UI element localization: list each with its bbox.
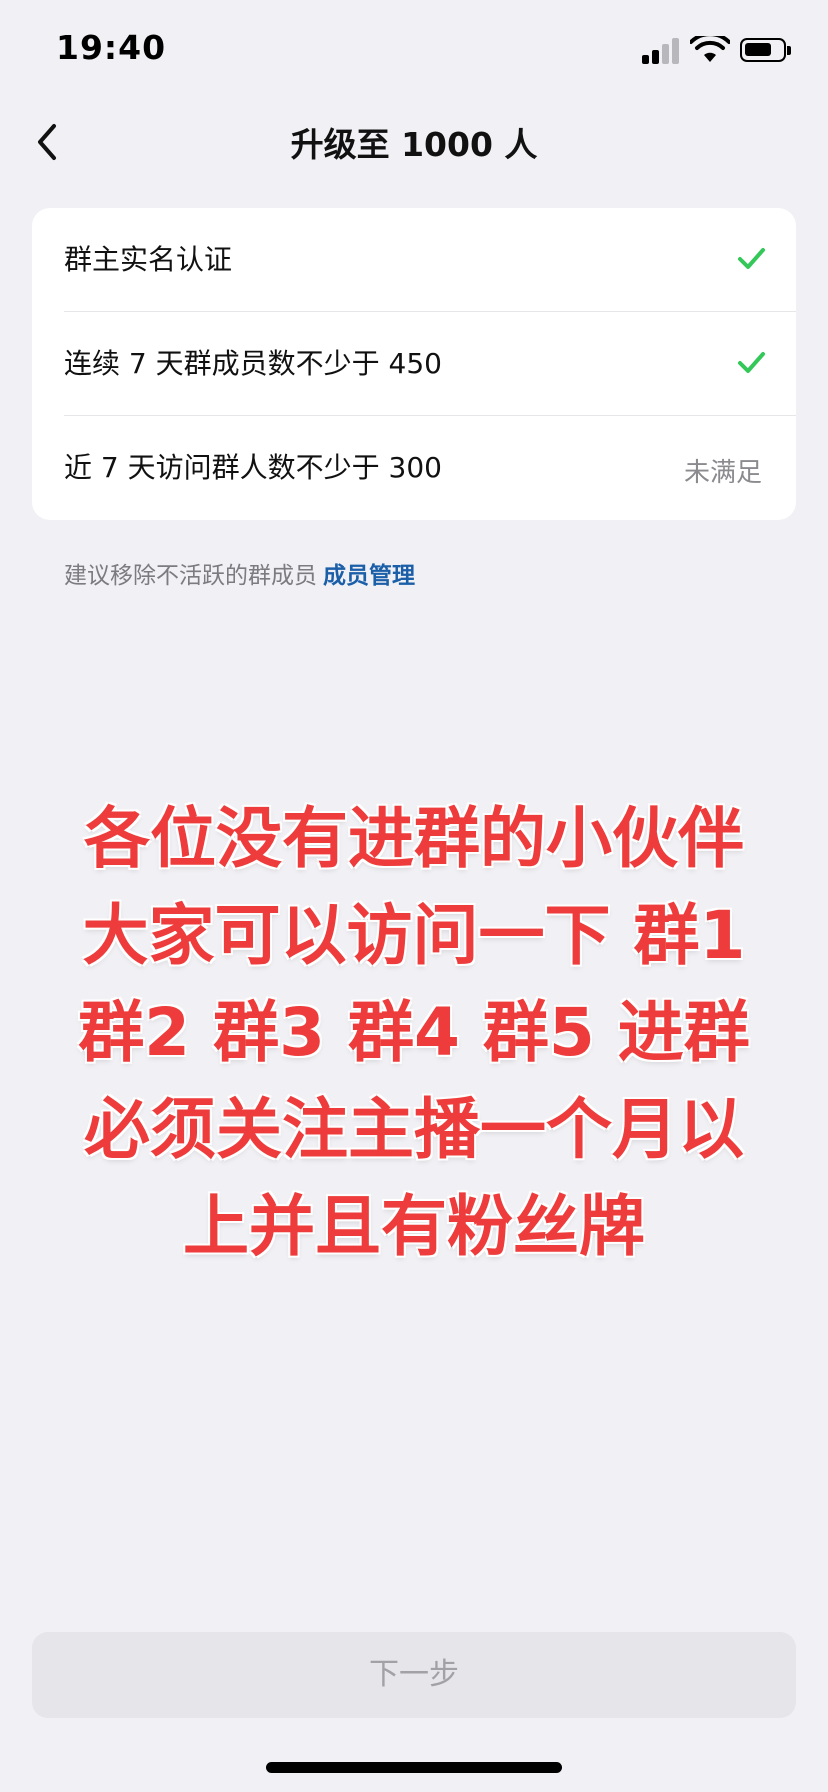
requirements-card: 群主实名认证 连续 7 天群成员数不少于 450 近 7 天访问群人数不少于 3… [32, 208, 796, 520]
home-indicator[interactable] [266, 1762, 562, 1773]
wifi-icon [690, 36, 730, 62]
overlay-line: 必须关注主播一个月以 [84, 1091, 744, 1168]
member-management-link[interactable]: 成员管理 [323, 563, 415, 589]
overlay-line: 上并且有粉丝牌 [183, 1188, 645, 1265]
requirement-row-member-count: 连续 7 天群成员数不少于 450 [32, 312, 796, 416]
hint-label: 建议移除不活跃的群成员 [64, 563, 317, 589]
status-icons [642, 36, 792, 64]
checkmark-icon [738, 352, 765, 373]
checkmark-icon [738, 248, 765, 269]
page-title: 升级至 1000 人 [290, 125, 538, 164]
overlay-announcement: 各位没有进群的小伙伴 大家可以访问一下 群1 群2 群3 群4 群5 进群 必须… [40, 790, 788, 1275]
requirement-row-real-name: 群主实名认证 [32, 208, 796, 312]
battery-icon [740, 38, 786, 62]
overlay-line: 群2 群3 群4 群5 进群 [78, 994, 750, 1071]
hint-text: 建议移除不活跃的群成员 成员管理 [64, 556, 415, 590]
requirement-row-visitors: 近 7 天访问群人数不少于 300 未满足 [32, 416, 796, 520]
requirement-label: 近 7 天访问群人数不少于 300 [64, 451, 442, 484]
status-bar: 19:40 [0, 0, 828, 100]
battery-cap [787, 46, 791, 55]
overlay-line: 大家可以访问一下 群1 [82, 897, 746, 974]
nav-bar: 升级至 1000 人 [0, 100, 828, 184]
cellular-signal-icon [642, 36, 682, 64]
requirement-status-unmet: 未满足 [683, 458, 762, 488]
next-button[interactable]: 下一步 [32, 1632, 796, 1718]
status-time: 19:40 [56, 28, 167, 67]
overlay-line: 各位没有进群的小伙伴 [84, 800, 744, 877]
requirement-label: 连续 7 天群成员数不少于 450 [64, 347, 442, 380]
requirement-label: 群主实名认证 [64, 243, 233, 276]
